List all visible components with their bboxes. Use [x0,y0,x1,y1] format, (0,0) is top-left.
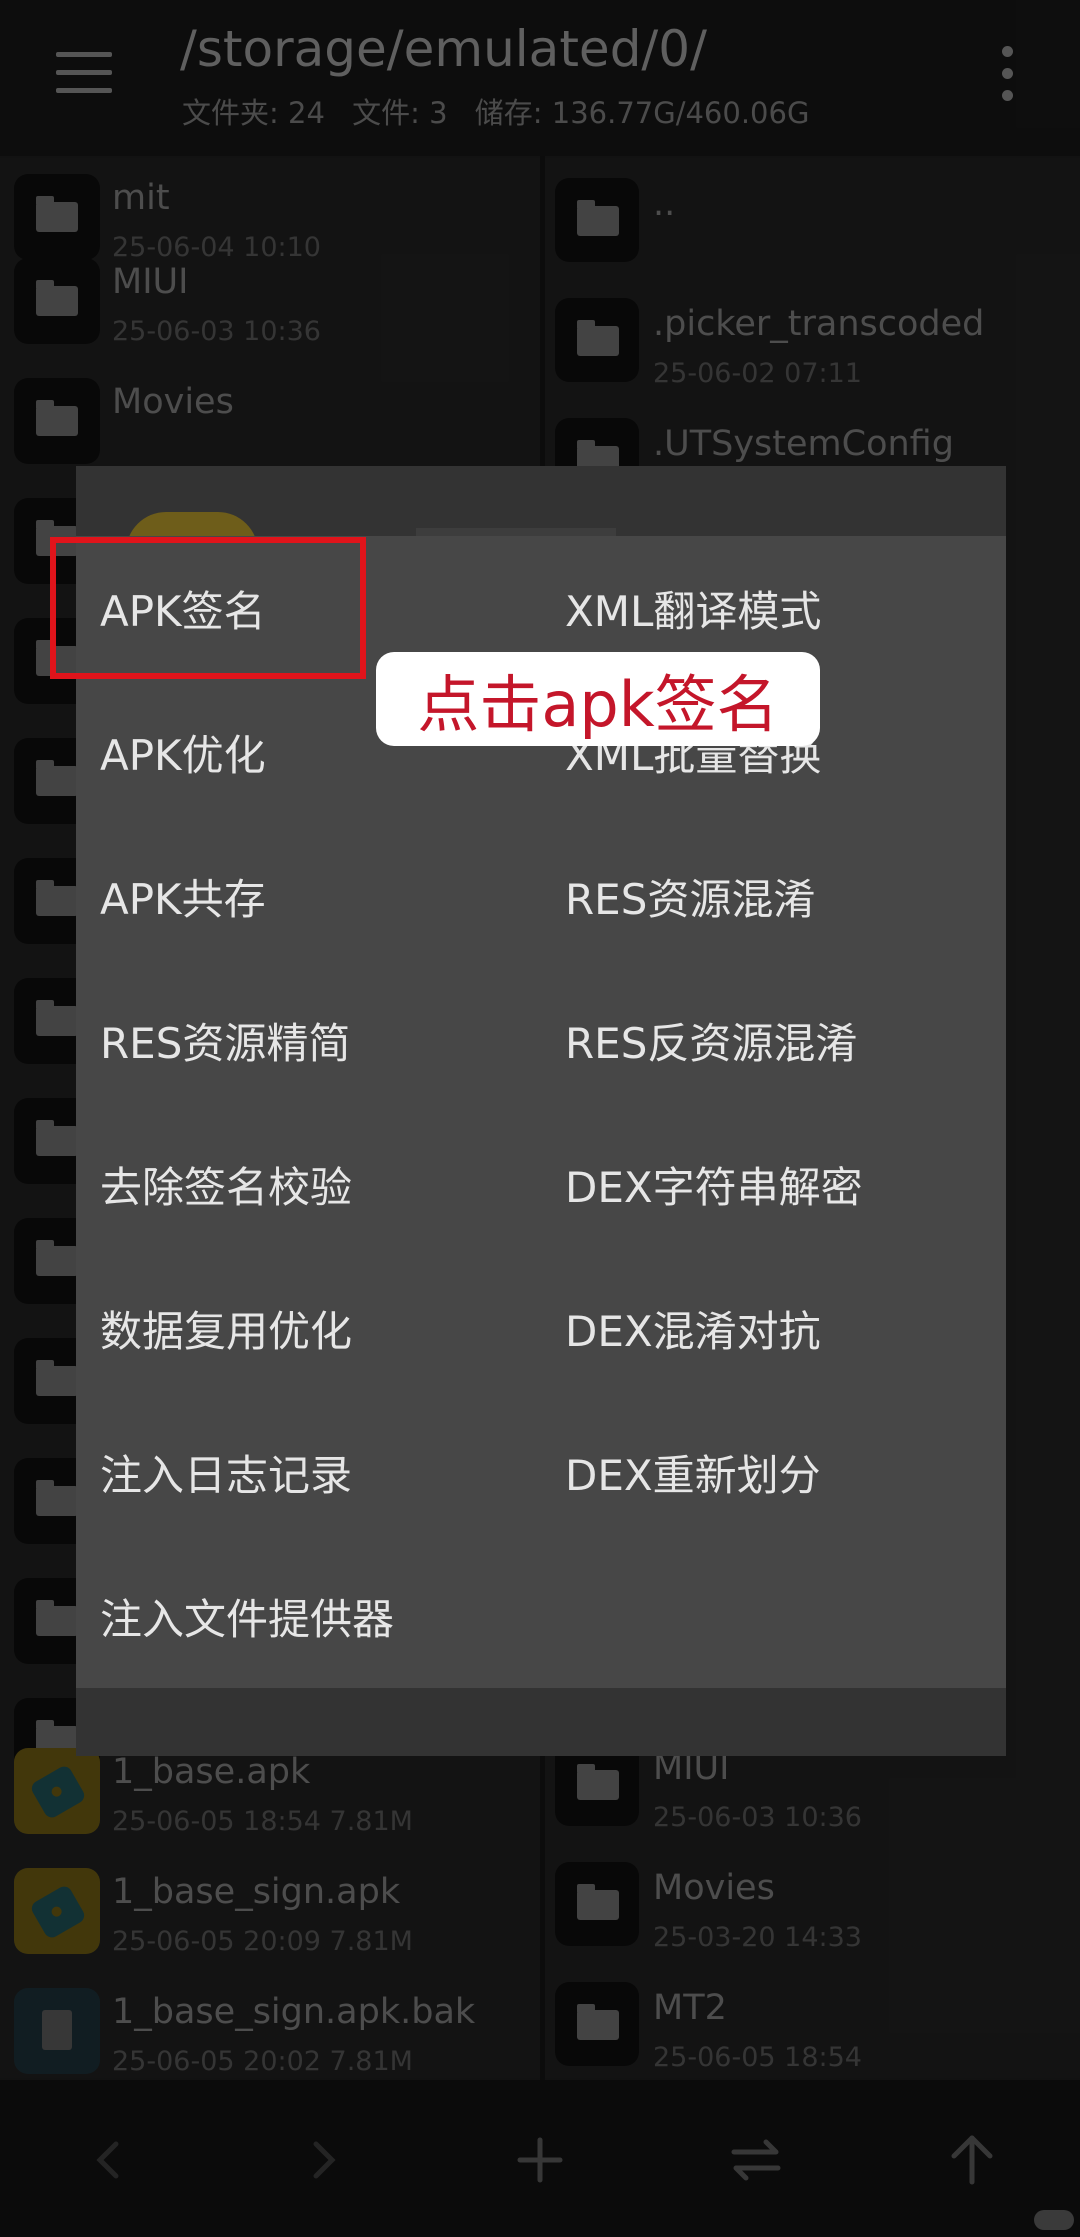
menu-item-dex-redivide[interactable]: DEX重新划分 [565,1400,995,1544]
menu-item-dex-string-decrypt[interactable]: DEX字符串解密 [565,1112,995,1256]
menu-item-data-reuse-optimize[interactable]: 数据复用优化 [100,1256,520,1400]
menu-item-res-deobfuscate[interactable]: RES反资源混淆 [565,968,995,1112]
menu-item-inject-logging[interactable]: 注入日志记录 [100,1400,520,1544]
menu-item-remove-sign-check[interactable]: 去除签名校验 [100,1112,520,1256]
menu-item-res-obfuscate[interactable]: RES资源混淆 [565,824,995,968]
watermark-badge [1034,2210,1074,2230]
menu-item-dex-anti-obfuscation[interactable]: DEX混淆对抗 [565,1256,995,1400]
menu-item-inject-file-provider[interactable]: 注入文件提供器 [100,1544,520,1688]
highlight-box [50,537,366,679]
instruction-callout: 点击apk签名 [376,652,820,746]
menu-item-apk-coexist[interactable]: APK共存 [100,824,520,968]
menu-item-res-shrink[interactable]: RES资源精简 [100,968,520,1112]
